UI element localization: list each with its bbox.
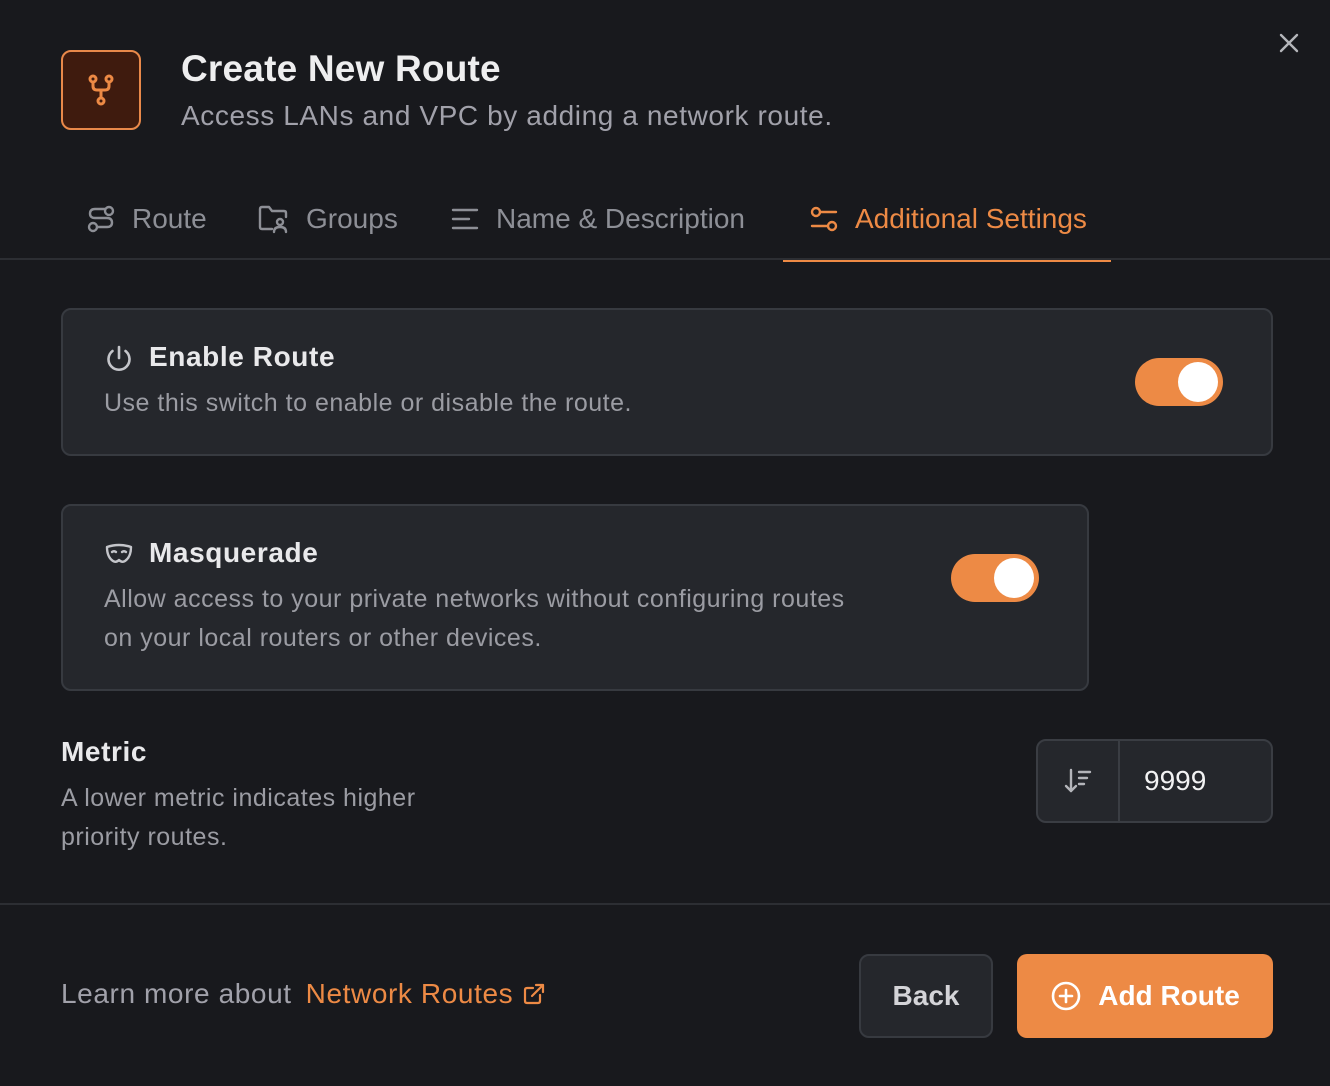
metric-input[interactable] bbox=[1120, 741, 1271, 821]
learn-more: Learn more about Network Routes bbox=[61, 978, 545, 1010]
plus-circle-icon bbox=[1050, 980, 1082, 1012]
dialog-subtitle: Access LANs and VPC by adding a network … bbox=[181, 100, 833, 131]
back-button-label: Back bbox=[892, 980, 960, 1011]
masquerade-card: Masquerade Allow access to your private … bbox=[61, 504, 1089, 691]
metric-input-group bbox=[1036, 739, 1273, 823]
folder-groups-icon bbox=[258, 204, 290, 234]
enable-route-card: Enable Route Use this switch to enable o… bbox=[61, 308, 1273, 456]
tab-groups-label: Groups bbox=[306, 203, 398, 234]
back-button[interactable]: Back bbox=[859, 954, 993, 1038]
toggle-knob bbox=[994, 558, 1034, 598]
route-fork-icon bbox=[61, 50, 141, 130]
tab-groups[interactable]: Groups bbox=[258, 178, 398, 260]
learn-more-text: Learn more about bbox=[61, 978, 292, 1009]
enable-route-toggle[interactable] bbox=[1135, 358, 1223, 406]
mask-icon bbox=[104, 542, 134, 566]
masquerade-description: Allow access to your private networks wi… bbox=[104, 585, 845, 652]
masquerade-toggle[interactable] bbox=[951, 554, 1039, 602]
toggle-knob bbox=[1178, 362, 1218, 402]
enable-route-title: Enable Route bbox=[149, 341, 336, 372]
tab-additional-settings-label: Additional Settings bbox=[855, 203, 1087, 234]
add-route-button-label: Add Route bbox=[1098, 980, 1240, 1011]
route-icon bbox=[86, 204, 116, 234]
tab-additional-settings[interactable]: Additional Settings bbox=[783, 178, 1111, 262]
dialog-title: Create New Route bbox=[181, 48, 501, 89]
external-link-icon bbox=[523, 983, 545, 1005]
metric-title: Metric bbox=[61, 736, 148, 767]
tab-bar: Route Groups Name & Description Addition… bbox=[0, 178, 1330, 262]
sort-descending-icon bbox=[1038, 741, 1120, 821]
network-routes-link-label: Network Routes bbox=[305, 978, 514, 1009]
tab-name-description-label: Name & Description bbox=[496, 203, 745, 234]
text-lines-icon bbox=[450, 204, 480, 234]
masquerade-title: Masquerade bbox=[149, 537, 319, 568]
power-icon bbox=[104, 344, 134, 374]
close-icon bbox=[1279, 33, 1299, 53]
network-routes-link[interactable]: Network Routes bbox=[306, 978, 546, 1010]
metric-description: A lower metric indicates higher priority… bbox=[61, 784, 416, 851]
settings-sliders-icon bbox=[809, 204, 839, 234]
tab-route[interactable]: Route bbox=[86, 178, 207, 260]
tab-name-description[interactable]: Name & Description bbox=[450, 178, 745, 260]
close-button[interactable] bbox=[1272, 26, 1306, 60]
create-route-dialog: Create New Route Access LANs and VPC by … bbox=[0, 0, 1330, 1086]
enable-route-description: Use this switch to enable or disable the… bbox=[104, 389, 632, 417]
tab-route-label: Route bbox=[132, 203, 207, 234]
footer-divider bbox=[0, 903, 1330, 905]
add-route-button[interactable]: Add Route bbox=[1017, 954, 1273, 1038]
